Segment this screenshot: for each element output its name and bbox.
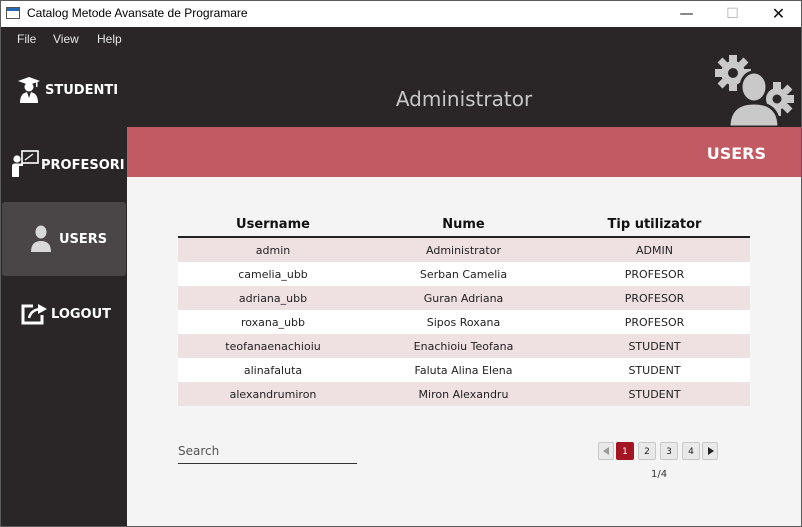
column-header-nume[interactable]: Nume [368, 212, 559, 238]
maximize-button[interactable]: ☐ [710, 1, 755, 27]
page-button-3[interactable]: 3 [660, 442, 678, 460]
cell-username: camelia_ubb [178, 262, 368, 286]
cell-username: adriana_ubb [178, 286, 368, 310]
admin-gear-user-icon [715, 55, 794, 127]
table-row[interactable]: camelia_ubb Serban Camelia PROFESOR [178, 262, 750, 286]
main-content: Username Nume Tip utilizator admin Admin… [127, 177, 801, 526]
table-row[interactable]: adriana_ubb Guran Adriana PROFESOR [178, 286, 750, 310]
cell-tip-utilizator: PROFESOR [559, 286, 750, 310]
table-row[interactable]: alinafaluta Faluta Alina Elena STUDENT [178, 358, 750, 382]
cell-nume: Serban Camelia [368, 262, 559, 286]
users-table: Username Nume Tip utilizator admin Admin… [178, 212, 750, 406]
cell-nume: Enachioiu Teofana [368, 334, 559, 358]
cell-username: admin [178, 237, 368, 262]
cell-tip-utilizator: ADMIN [559, 237, 750, 262]
page-button-2[interactable]: 2 [638, 442, 656, 460]
page-button-4[interactable]: 4 [682, 442, 700, 460]
sidebar-item-studenti[interactable]: STUDENTI [1, 53, 127, 127]
menu-help[interactable]: Help [97, 32, 122, 46]
sidebar-item-label: STUDENTI [45, 83, 119, 98]
table-header-row: Username Nume Tip utilizator [178, 212, 750, 238]
sidebar: STUDENTI PROFESORI USERS LOGOUT [1, 51, 127, 526]
menu-bar: File View Help [1, 27, 801, 51]
minimize-button[interactable]: — [664, 1, 709, 27]
section-banner: USERS [127, 127, 801, 177]
cell-username: roxana_ubb [178, 310, 368, 334]
cell-tip-utilizator: PROFESOR [559, 262, 750, 286]
cell-nume: Sipos Roxana [368, 310, 559, 334]
cell-nume: Miron Alexandru [368, 382, 559, 406]
chevron-right-icon [708, 447, 714, 455]
sidebar-item-label: LOGOUT [51, 307, 112, 322]
app-window-icon [6, 7, 20, 19]
sidebar-item-logout[interactable]: LOGOUT [1, 277, 127, 351]
cell-tip-utilizator: PROFESOR [559, 310, 750, 334]
user-icon [31, 225, 51, 252]
teacher-board-icon [12, 150, 39, 177]
sidebar-item-profesori[interactable]: PROFESORI [1, 128, 127, 202]
table-row[interactable]: roxana_ubb Sipos Roxana PROFESOR [178, 310, 750, 334]
app-window: Catalog Metode Avansate de Programare — … [0, 0, 802, 527]
section-title: USERS [706, 144, 766, 163]
page-button-1[interactable]: 1 [616, 442, 634, 460]
search-input[interactable] [178, 439, 357, 464]
cell-nume: Faluta Alina Elena [368, 358, 559, 382]
menu-file[interactable]: File [17, 32, 36, 46]
cell-username: alinafaluta [178, 358, 368, 382]
header: Administrator [127, 51, 801, 127]
title-bar: Catalog Metode Avansate de Programare — … [1, 1, 801, 27]
column-header-tip-utilizator[interactable]: Tip utilizator [559, 212, 750, 238]
graduate-icon [18, 77, 40, 103]
column-header-username[interactable]: Username [178, 212, 368, 238]
previous-page-button[interactable] [598, 442, 614, 460]
menu-view[interactable]: View [53, 32, 79, 46]
page-title: Administrator [395, 87, 533, 111]
chevron-left-icon [603, 447, 609, 455]
cell-nume: Administrator [368, 237, 559, 262]
cell-username: teofanaenachioiu [178, 334, 368, 358]
table-row[interactable]: teofanaenachioiu Enachioiu Teofana STUDE… [178, 334, 750, 358]
logout-icon [21, 304, 47, 325]
sidebar-item-label: USERS [59, 232, 108, 247]
page-indicator: 1/4 [651, 469, 668, 480]
cell-nume: Guran Adriana [368, 286, 559, 310]
table-row[interactable]: alexandrumiron Miron Alexandru STUDENT [178, 382, 750, 406]
close-button[interactable]: ✕ [756, 1, 801, 27]
next-page-button[interactable] [702, 442, 718, 460]
cell-tip-utilizator: STUDENT [559, 334, 750, 358]
sidebar-item-users[interactable]: USERS [2, 202, 126, 276]
table-row[interactable]: admin Administrator ADMIN [178, 237, 750, 262]
window-title: Catalog Metode Avansate de Programare [27, 6, 248, 20]
cell-tip-utilizator: STUDENT [559, 358, 750, 382]
sidebar-item-label: PROFESORI [41, 158, 125, 173]
cell-username: alexandrumiron [178, 382, 368, 406]
cell-tip-utilizator: STUDENT [559, 382, 750, 406]
